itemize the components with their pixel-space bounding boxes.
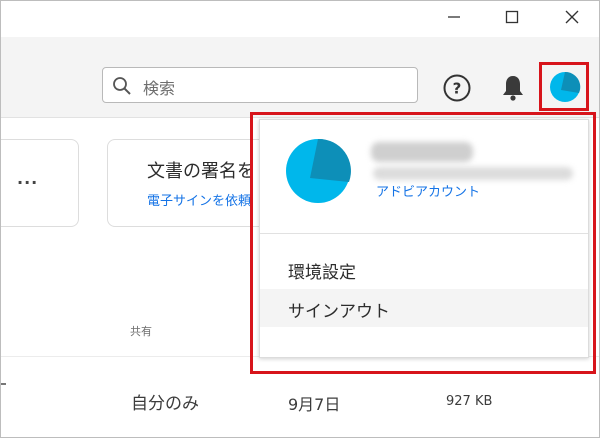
maximize-icon (505, 10, 519, 24)
row-sharing: 自分のみ (131, 394, 199, 414)
search-placeholder: 検索 (143, 79, 176, 98)
close-icon (565, 10, 579, 24)
menu-highlight-box (250, 112, 596, 374)
help-icon[interactable]: ? (442, 73, 472, 103)
row-date: 9月7日 (288, 395, 341, 414)
tool-card-more[interactable] (1, 139, 79, 227)
sign-card-link[interactable]: 電子サインを依頼 (147, 190, 251, 209)
row-size: 927 KB (446, 394, 493, 409)
avatar-highlight-box (539, 62, 589, 111)
maximize-button[interactable] (489, 1, 535, 33)
sign-card-title: 文書の署名を (147, 161, 255, 182)
minimize-button[interactable] (431, 1, 477, 33)
app-window: 検索 ? ... 文書の署名を 電子サインを依頼 共有 自分のみ 9月7日 92… (0, 0, 600, 438)
more-label: ... (17, 169, 39, 188)
search-icon (113, 77, 131, 95)
search-box[interactable]: 検索 (102, 67, 418, 103)
column-header-share[interactable]: 共有 (130, 323, 152, 339)
minimize-icon (448, 16, 460, 18)
close-button[interactable] (549, 1, 595, 33)
title-bar (1, 1, 599, 37)
bell-icon[interactable] (500, 73, 526, 103)
svg-text:?: ? (453, 80, 462, 98)
row-marker (1, 383, 6, 385)
